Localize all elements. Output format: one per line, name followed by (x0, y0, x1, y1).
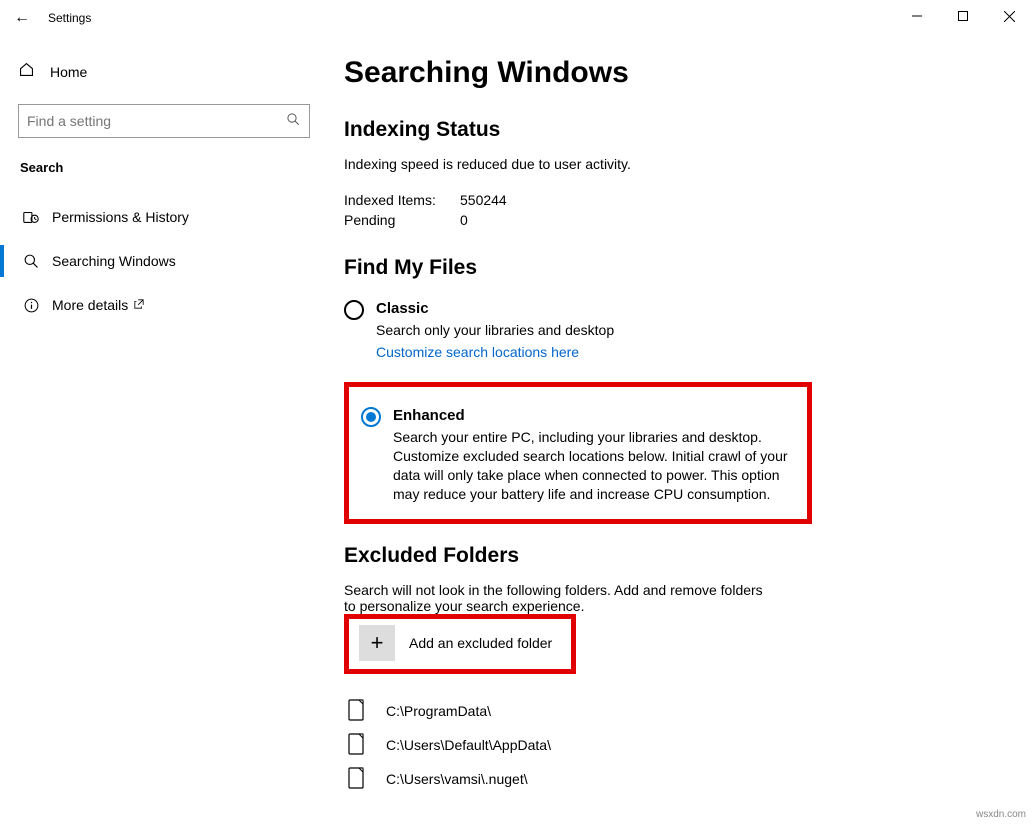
excluded-folder-item[interactable]: C:\ProgramData\ (344, 694, 1002, 728)
radio-icon-selected (361, 407, 381, 427)
folder-path: C:\Users\Default\AppData\ (386, 737, 551, 753)
find-my-files-heading: Find My Files (344, 256, 1002, 280)
nav-label: Searching Windows (52, 253, 176, 269)
plus-icon: + (359, 625, 395, 661)
find-setting-input[interactable] (27, 113, 286, 129)
nav-permissions-history[interactable]: Permissions & History (18, 195, 320, 239)
indexing-status-text: Indexing speed is reduced due to user ac… (344, 156, 1002, 172)
find-setting-box[interactable] (18, 104, 310, 138)
enhanced-desc: Search your entire PC, including your li… (393, 428, 795, 504)
indexed-items-value: 550244 (460, 192, 507, 208)
nav-more-details[interactable]: More details (18, 283, 320, 327)
search-icon (286, 112, 301, 130)
folder-icon (348, 733, 368, 757)
folder-path: C:\ProgramData\ (386, 703, 491, 719)
customize-search-link[interactable]: Customize search locations here (376, 344, 579, 360)
window-title: Settings (44, 11, 91, 25)
excluded-folders-desc: Search will not look in the following fo… (344, 582, 764, 614)
add-excluded-folder-button[interactable]: + Add an excluded folder (359, 625, 555, 661)
home-nav[interactable]: Home (18, 52, 320, 92)
classic-title: Classic (376, 300, 614, 317)
excluded-folders-heading: Excluded Folders (344, 544, 1002, 568)
search-nav-icon (20, 253, 42, 270)
excluded-folder-item[interactable]: C:\Users\Default\AppData\ (344, 728, 1002, 762)
pending-value: 0 (460, 212, 468, 228)
excluded-folder-item[interactable]: C:\Users\vamsi\.nuget\ (344, 762, 1002, 796)
folder-path: C:\Users\vamsi\.nuget\ (386, 771, 528, 787)
page-title: Searching Windows (344, 56, 1002, 90)
nav-label: More details (52, 297, 144, 313)
watermark: wsxdn.com (976, 809, 1026, 820)
nav-label: Permissions & History (52, 209, 189, 225)
find-mode-enhanced[interactable]: Enhanced Search your entire PC, includin… (361, 401, 795, 510)
permissions-icon (20, 208, 42, 226)
folder-icon (348, 767, 368, 791)
maximize-button[interactable] (940, 0, 986, 32)
home-icon (18, 61, 40, 83)
highlight-enhanced: Enhanced Search your entire PC, includin… (344, 382, 812, 525)
indexed-items-label: Indexed Items: (344, 192, 460, 208)
folder-icon (348, 699, 368, 723)
minimize-button[interactable] (894, 0, 940, 32)
enhanced-title: Enhanced (393, 407, 795, 424)
close-button[interactable] (986, 0, 1032, 32)
classic-desc: Search only your libraries and desktop (376, 321, 614, 340)
find-mode-classic[interactable]: Classic Search only your libraries and d… (344, 294, 1002, 368)
pending-label: Pending (344, 212, 460, 228)
indexing-status-heading: Indexing Status (344, 118, 1002, 142)
add-excluded-label: Add an excluded folder (409, 635, 552, 651)
home-label: Home (50, 64, 87, 80)
radio-icon (344, 300, 364, 320)
external-link-icon (134, 299, 144, 312)
nav-searching-windows[interactable]: Searching Windows (18, 239, 320, 283)
info-icon (20, 297, 42, 314)
back-button[interactable]: ← (0, 9, 44, 27)
category-header: Search (20, 160, 320, 175)
highlight-add-folder: + Add an excluded folder (344, 614, 576, 674)
